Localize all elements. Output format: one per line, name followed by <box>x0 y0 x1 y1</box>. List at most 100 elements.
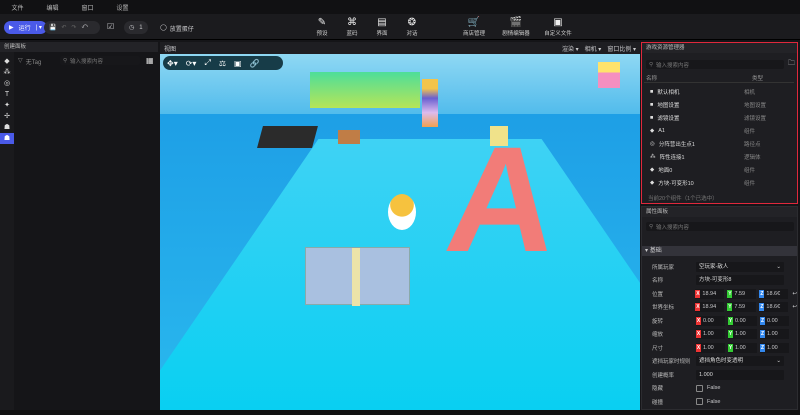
tag-filter[interactable]: ▽ 无Tag <box>18 57 41 66</box>
item-name: A1 <box>658 127 665 134</box>
vector-row: 位置 X 18.94 Y 7.59 Z 18.6€ ↩ <box>642 287 797 301</box>
x-input[interactable]: X 0.00 <box>696 315 725 326</box>
menu-file[interactable]: 文件 <box>0 3 35 12</box>
counter[interactable]: ◷ 1 <box>124 21 148 34</box>
revert-icon[interactable]: ⤺ <box>82 24 88 31</box>
tool-file-button[interactable]: ▣ 自定义文件 <box>544 17 572 37</box>
explorer-item[interactable]: ◆ 地面0 组件 <box>642 163 794 176</box>
item-type-icon: ⁂ <box>650 153 656 160</box>
menu-window[interactable]: 窗口 <box>70 3 105 12</box>
dog-object <box>338 130 360 144</box>
chevron-down-icon: ⌄ <box>776 358 781 365</box>
checkbox[interactable] <box>696 384 703 392</box>
z-input[interactable]: Z 1.00 <box>760 342 789 353</box>
item-type-icon: ■ <box>650 88 654 95</box>
x-input[interactable]: X 18.94 <box>695 302 725 313</box>
search-placeholder: 输入搜索内容 <box>656 224 690 231</box>
scale-icon[interactable]: ⤢ <box>204 58 210 68</box>
place-button[interactable]: ◯ 放置蛋仔 <box>160 24 194 33</box>
view-cube[interactable] <box>598 62 620 88</box>
name-input[interactable]: 方块-可变形8 <box>696 275 784 286</box>
create-search-input[interactable]: ⚲ 输入搜索内容 <box>60 56 140 65</box>
run-button[interactable]: ▶ 运行 | ▾ <box>4 21 47 34</box>
check-label: 碰撞 <box>652 399 664 406</box>
z-input[interactable]: Z 18.6€ <box>759 288 789 299</box>
x-input[interactable]: X 18.94 <box>695 288 725 299</box>
frame-icon[interactable]: ▣ <box>234 59 242 68</box>
y-input[interactable]: Y 7.59 <box>727 302 757 313</box>
explorer-item[interactable]: ◆ A1 组件 <box>642 124 794 137</box>
z-badge: Z <box>760 316 765 325</box>
z-badge: Z <box>760 343 765 352</box>
y-input[interactable]: Y 7.59 <box>727 288 757 299</box>
undo-icon[interactable]: ↶ <box>61 24 66 31</box>
x-input[interactable]: X 1.00 <box>696 342 725 353</box>
move-icon[interactable]: ✥▾ <box>167 59 178 68</box>
render-dropdown[interactable]: 渲染 ▾ <box>562 44 579 53</box>
chevron-down-icon[interactable]: | ▾ <box>36 24 42 31</box>
explorer-item[interactable]: ◎ 分阵营出生点1 路径点 <box>642 137 794 150</box>
explorer-item[interactable]: ■ 默认相机 相机 <box>642 85 794 98</box>
check-value: False <box>707 385 721 392</box>
tool-code-button[interactable]: ⌘ 蓝码 <box>338 17 366 37</box>
item-type: 地图设置 <box>744 102 767 109</box>
align-icon[interactable]: ⚖ <box>219 59 226 68</box>
explorer-item[interactable]: ⁂ 阵性连接1 逻辑体 <box>642 150 794 163</box>
aspect-dropdown[interactable]: 窗口比例 ▾ <box>607 44 636 53</box>
rotate-icon[interactable]: ⟳▾ <box>186 59 197 68</box>
grid-view-icon[interactable]: ▦ <box>146 56 154 65</box>
checkbox[interactable] <box>696 398 703 406</box>
explorer-item[interactable]: ■ 地图设置 地图设置 <box>642 98 794 111</box>
vector-row: 尺寸 X 1.00 Y 1.00 Z 1.00 <box>642 341 797 355</box>
z-input[interactable]: Z 1.00 <box>760 329 789 340</box>
item-name: 地图设置 <box>657 102 680 109</box>
folder-icon[interactable]: 🗀 <box>788 59 795 70</box>
redo-icon[interactable]: ↷ <box>72 24 77 31</box>
menu-edit[interactable]: 编辑 <box>35 3 70 12</box>
column-name[interactable]: 名称 <box>644 74 752 82</box>
z-input[interactable]: Z 0.00 <box>760 315 789 326</box>
item-type: 相机 <box>744 89 756 96</box>
owner-select[interactable]: 空玩家-敌人 ⌄ <box>696 261 784 272</box>
item-type-icon: ◆ <box>650 166 655 173</box>
x-input[interactable]: X 1.00 <box>696 329 725 340</box>
tower-object <box>422 79 438 127</box>
green-ramp <box>310 72 420 108</box>
y-input[interactable]: Y 1.00 <box>728 329 757 340</box>
properties-search-input[interactable]: ⚲ 输入搜索内容 <box>646 222 794 231</box>
y-input[interactable]: Y 1.00 <box>728 342 757 353</box>
link-icon[interactable]: 🔗 <box>250 59 260 68</box>
y-input[interactable]: Y 0.00 <box>728 315 757 326</box>
clock-icon: ◷ <box>129 25 135 31</box>
tool-ui-button[interactable]: ▤ 界面 <box>368 17 396 37</box>
menu-settings[interactable]: 设置 <box>105 3 140 12</box>
camera-dropdown[interactable]: 相机 ▾ <box>585 44 602 53</box>
explorer-item[interactable]: ■ 滤镜设置 滤镜设置 <box>642 111 794 124</box>
item-type: 组件 <box>744 128 756 135</box>
tool-preset-button[interactable]: ✎ 预设 <box>308 17 336 37</box>
section-basic[interactable]: ▾ 基础 <box>642 246 797 256</box>
explorer-item[interactable]: ◆ 方块-可变形10 组件 <box>642 176 794 189</box>
explorer-search-input[interactable]: ⚲ 输入搜索内容 <box>646 60 784 69</box>
checklist-icon[interactable]: ☑ <box>107 22 114 31</box>
z-input[interactable]: Z 18.6€ <box>759 302 789 313</box>
vector-row: 缩放 X 1.00 Y 1.00 Z 1.00 <box>642 328 797 342</box>
save-icon[interactable]: 💾 <box>49 24 56 31</box>
reset-icon[interactable]: ↩ <box>792 304 797 310</box>
z-badge: Z <box>759 289 765 298</box>
tool-shop-button[interactable]: 🛒 商店管理 <box>460 17 488 37</box>
item-name: 地面0 <box>658 167 673 174</box>
tool-clip-button[interactable]: 🎬 剧情编辑器 <box>502 17 530 37</box>
clip-icon: 🎬 <box>509 17 523 28</box>
scene-view[interactable]: A ✥▾ ⟳▾ ⤢ ⚖ ▣ 🔗 <box>160 54 640 410</box>
search-icon: ⚲ <box>63 57 68 64</box>
tool-dialog-button[interactable]: ❂ 对话 <box>398 17 426 37</box>
explorer-footer: 当前20个组件（1个已选中） <box>648 196 718 202</box>
occlude-label: 遮挡玩家时规则 <box>652 359 691 366</box>
probability-input[interactable]: 1.000 <box>696 369 784 380</box>
occlude-select[interactable]: 遮挡角色时变透明 ⌄ <box>696 356 784 367</box>
reset-icon[interactable]: ↩ <box>792 291 797 297</box>
tool-label: 剧情编辑器 <box>502 31 530 37</box>
column-type[interactable]: 类型 <box>752 74 763 82</box>
selected-block[interactable] <box>305 247 410 306</box>
